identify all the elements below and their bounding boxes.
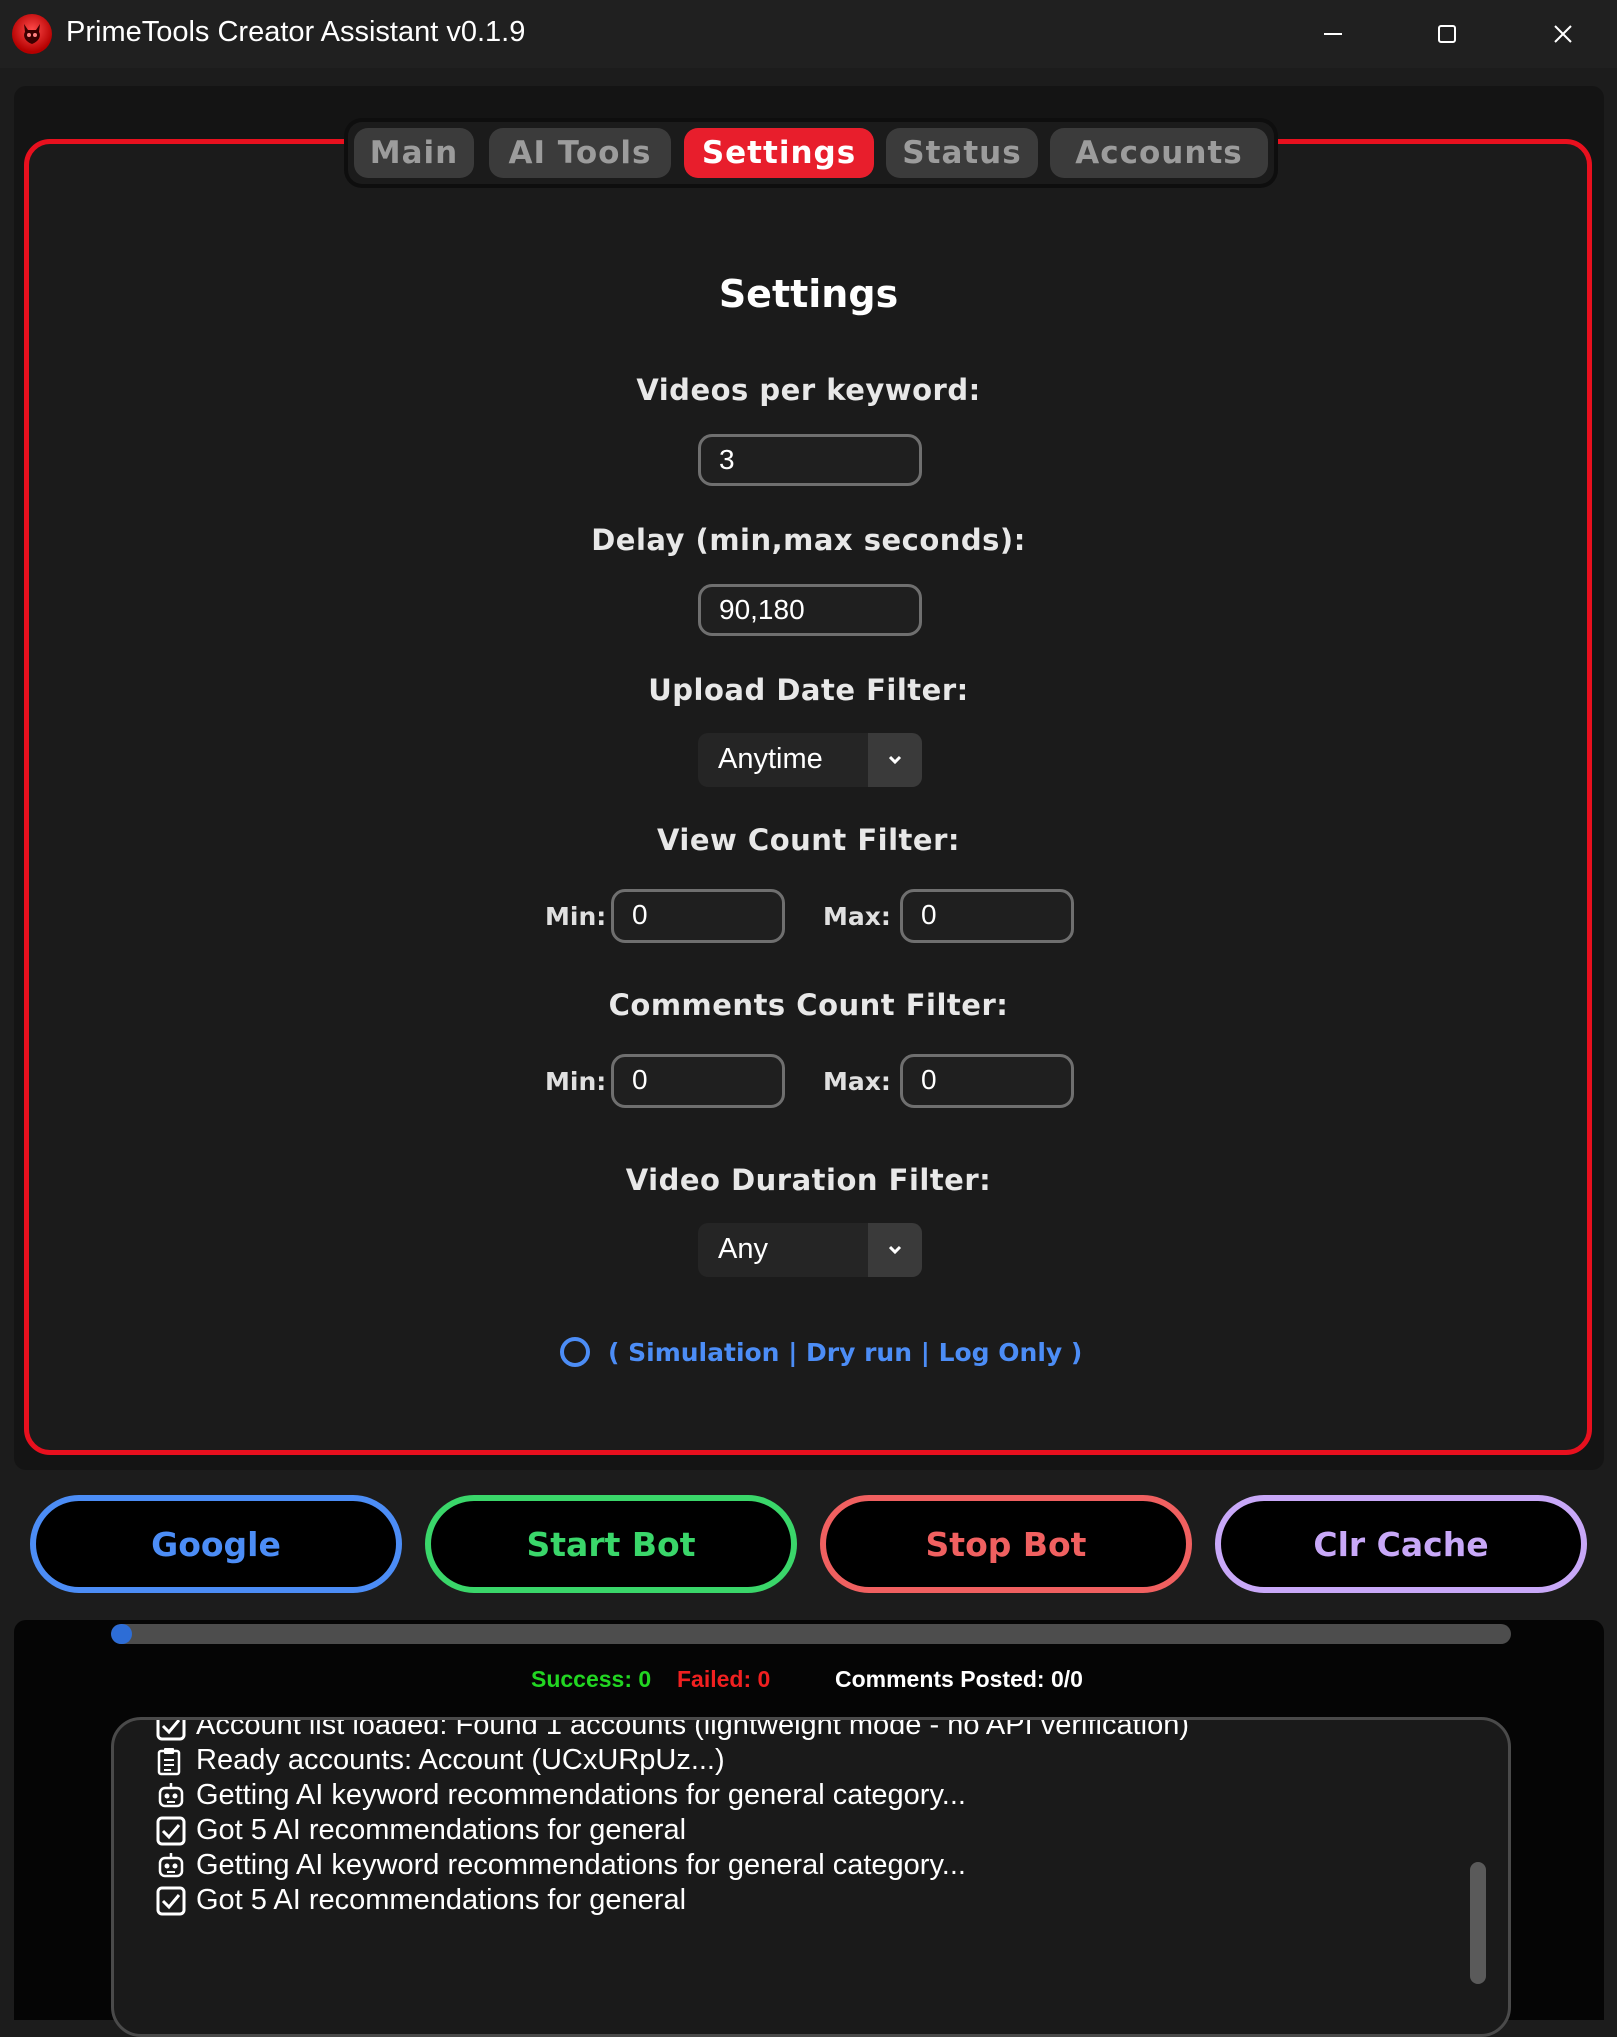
- video-duration-value: Any: [718, 1233, 768, 1265]
- log-line: Getting AI keyword recommendations for g…: [156, 1848, 1448, 1883]
- videos-per-keyword-input[interactable]: 3: [698, 434, 922, 486]
- view-count-min-input[interactable]: 0: [611, 889, 785, 943]
- videos-per-keyword-label: Videos per keyword:: [636, 373, 981, 407]
- tab-main[interactable]: Main: [354, 128, 474, 178]
- window-title: PrimeTools Creator Assistant v0.1.9: [66, 16, 526, 48]
- video-duration-dropdown[interactable]: Any: [698, 1223, 922, 1277]
- title-bar: PrimeTools Creator Assistant v0.1.9: [0, 0, 1617, 68]
- minimize-button[interactable]: [1283, 0, 1383, 68]
- red-devil-icon: [12, 14, 52, 54]
- delay-label: Delay (min,max seconds):: [591, 523, 1026, 557]
- chevron-down-icon: [868, 1223, 922, 1277]
- view-count-min-label: Min:: [545, 902, 607, 931]
- comments-posted-count: Comments Posted: 0/0: [835, 1666, 1083, 1692]
- log-text: Getting AI keyword recommendations for g…: [196, 1849, 966, 1881]
- log-text: Account list loaded: Found 1 accounts (l…: [196, 1717, 1189, 1741]
- simulation-toggle[interactable]: ( Simulation | Dry run | Log Only ): [560, 1332, 1082, 1372]
- comments-count-max-input[interactable]: 0: [900, 1054, 1074, 1108]
- log-text: Got 5 AI recommendations for general: [196, 1814, 687, 1846]
- log-line: Account list loaded: Found 1 accounts (l…: [156, 1717, 1448, 1743]
- close-button[interactable]: [1513, 0, 1613, 68]
- page-title: Settings: [718, 272, 899, 316]
- view-count-label: View Count Filter:: [656, 823, 960, 857]
- log-line: Getting AI keyword recommendations for g…: [156, 1778, 1448, 1813]
- log-line: Ready accounts: Account (UCxURpUz...): [156, 1743, 1448, 1778]
- failed-count: Failed: 0: [677, 1666, 771, 1692]
- tab-accounts[interactable]: Accounts: [1050, 128, 1268, 178]
- google-button[interactable]: Google: [30, 1495, 402, 1593]
- start-bot-button[interactable]: Start Bot: [425, 1495, 797, 1593]
- log-text: Ready accounts: Account (UCxURpUz...): [196, 1744, 725, 1776]
- progress-fill: [111, 1624, 132, 1644]
- tab-ai-tools[interactable]: AI Tools: [489, 128, 671, 178]
- tab-status[interactable]: Status: [886, 128, 1038, 178]
- clear-cache-button[interactable]: Clr Cache: [1215, 1495, 1587, 1593]
- chevron-down-icon: [868, 733, 922, 787]
- upload-date-label: Upload Date Filter:: [648, 673, 969, 707]
- log-list: Account list loaded: Found 1 accounts (l…: [156, 1717, 1448, 1918]
- upload-date-dropdown[interactable]: Anytime: [698, 733, 922, 787]
- upload-date-value: Anytime: [718, 743, 823, 775]
- clipboard-icon: [156, 1746, 188, 1776]
- simulation-label: ( Simulation | Dry run | Log Only ): [608, 1337, 1083, 1367]
- check-box-icon: [156, 1816, 188, 1846]
- comments-count-min-input[interactable]: 0: [611, 1054, 785, 1108]
- log-output[interactable]: Account list loaded: Found 1 accounts (l…: [111, 1717, 1511, 2037]
- robot-icon: [156, 1851, 188, 1881]
- check-box-icon: [156, 1720, 188, 1741]
- log-scrollbar[interactable]: [1470, 1862, 1486, 1984]
- log-text: Got 5 AI recommendations for general: [196, 1884, 687, 1916]
- progress-bar: [111, 1624, 1511, 1644]
- view-count-max-label: Max:: [823, 902, 891, 931]
- view-count-max-input[interactable]: 0: [900, 889, 1074, 943]
- comments-count-label: Comments Count Filter:: [608, 988, 1009, 1022]
- check-box-icon: [156, 1886, 188, 1916]
- tab-bar: Main AI Tools Settings Status Accounts: [348, 122, 1274, 184]
- robot-icon: [156, 1781, 188, 1811]
- stop-bot-button[interactable]: Stop Bot: [820, 1495, 1192, 1593]
- simulation-checkbox[interactable]: [560, 1337, 590, 1367]
- success-count: Success: 0: [531, 1666, 652, 1692]
- comments-count-max-label: Max:: [823, 1067, 891, 1096]
- maximize-button[interactable]: [1397, 0, 1497, 68]
- tab-settings[interactable]: Settings: [684, 128, 874, 178]
- comments-count-min-label: Min:: [545, 1067, 607, 1096]
- delay-input[interactable]: 90,180: [698, 584, 922, 636]
- log-line: Got 5 AI recommendations for general: [156, 1883, 1448, 1918]
- log-line: Got 5 AI recommendations for general: [156, 1813, 1448, 1848]
- video-duration-label: Video Duration Filter:: [625, 1163, 992, 1197]
- log-text: Getting AI keyword recommendations for g…: [196, 1779, 966, 1811]
